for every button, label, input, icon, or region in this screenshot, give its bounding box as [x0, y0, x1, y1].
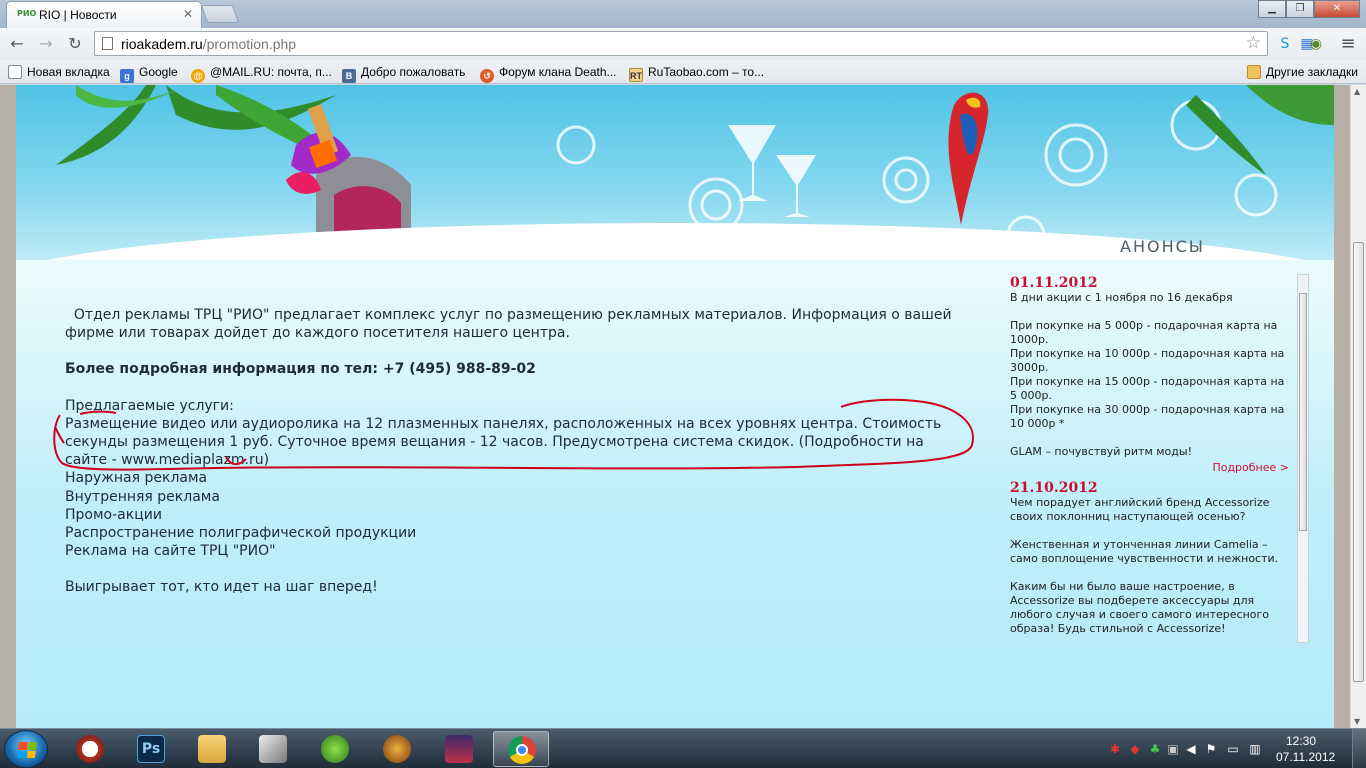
news-date: 01.11.2012	[1010, 275, 1098, 291]
taskbar-clock-app[interactable]	[62, 731, 118, 767]
eye-extension-icon[interactable]: ◉	[1306, 34, 1326, 54]
power-icon[interactable]: ▥	[1248, 742, 1262, 756]
page-icon	[102, 37, 113, 50]
close-window-button[interactable]: ✕	[1314, 0, 1360, 18]
scroll-up-arrow-icon[interactable]: ▲	[1354, 87, 1360, 96]
bookmark-mailru[interactable]: @ @MAIL.RU: почта, п...	[191, 63, 332, 83]
page-viewport: Отдел рекламы ТРЦ "РИО" предлагает компл…	[0, 85, 1350, 728]
new-tab-button[interactable]	[200, 5, 240, 23]
torrent-icon[interactable]: ♣	[1148, 742, 1162, 756]
tab-title: RIO | Новости	[39, 8, 117, 22]
news-text: Чем порадует английский бренд Accessoriz…	[1010, 496, 1279, 635]
tray-app-icon[interactable]: ◆	[1128, 742, 1142, 756]
tab-close-icon[interactable]: ✕	[183, 7, 193, 21]
volume-icon[interactable]: ◀	[1184, 742, 1198, 756]
taskbar-spore[interactable]	[307, 731, 363, 767]
url-text[interactable]: rioakadem.ru/promotion.php	[121, 36, 296, 52]
google-icon: g	[120, 69, 134, 83]
minimize-button[interactable]: ▁	[1258, 0, 1286, 18]
explorer-icon	[198, 735, 226, 763]
news-item: 01.11.2012 В дни акции с 1 ноября по 16 …	[1007, 275, 1313, 474]
reload-icon[interactable]: ↻	[64, 34, 86, 54]
announcements-list: 01.11.2012 В дни акции с 1 ноября по 16 …	[1007, 273, 1313, 643]
clock-time: 12:30	[1285, 734, 1317, 748]
taskbar-explorer[interactable]	[184, 731, 240, 767]
announcements-scrollbar[interactable]	[1297, 274, 1309, 643]
taskbar-scanner[interactable]	[245, 731, 301, 767]
news-date: 21.10.2012	[1010, 480, 1098, 496]
vk-icon: B	[342, 69, 356, 83]
game2-icon	[445, 735, 473, 763]
clock-app-icon	[76, 735, 104, 763]
wrench-menu-icon[interactable]: ≡	[1338, 34, 1358, 54]
news-item: 21.10.2012 Чем порадует английский бренд…	[1007, 480, 1313, 636]
taskbar-photoshop[interactable]: Ps	[123, 731, 179, 767]
taskbar-game[interactable]	[369, 731, 425, 767]
chrome-icon	[508, 736, 536, 764]
bookmark-rutaobao[interactable]: RT RuTaobao.com – то...	[629, 63, 764, 82]
scanner-icon	[259, 735, 287, 763]
other-bookmarks[interactable]: Другие закладки	[1247, 63, 1358, 81]
forward-arrow-icon[interactable]: →	[35, 34, 57, 54]
browser-toolbar: ← → ↻ rioakadem.ru/promotion.php ☆ S ▦ ◉…	[0, 28, 1366, 60]
browser-tab[interactable]: РИО RIO | Новости ✕	[6, 1, 202, 28]
announcements-scroll-thumb[interactable]	[1299, 293, 1307, 531]
page-icon	[8, 65, 22, 79]
show-desktop-button[interactable]	[1352, 729, 1366, 768]
flag-icon[interactable]: ⚑	[1204, 742, 1218, 756]
windows-taskbar: Ps ✱ ◆ ♣ ▣ ◀ ⚑ ▭ ▥ 12:30 07.11.2012	[0, 728, 1366, 768]
forum-icon: ↺	[480, 69, 494, 83]
bookmark-vk[interactable]: B Добро пожаловать	[342, 63, 465, 83]
start-button[interactable]	[4, 730, 48, 768]
network-icon[interactable]: ▭	[1226, 742, 1240, 756]
clock-date: 07.11.2012	[1276, 750, 1336, 764]
mailru-icon: @	[191, 69, 205, 83]
spore-icon	[321, 735, 349, 763]
shield-icon[interactable]: ▣	[1166, 742, 1180, 756]
news-text: В дни акции с 1 ноября по 16 декабря При…	[1010, 291, 1285, 458]
taskbar-chrome[interactable]	[493, 731, 549, 767]
taskbar-clock[interactable]: 12:30 07.11.2012	[1276, 733, 1336, 765]
page-scrollbar[interactable]: ▲ ▼	[1350, 85, 1366, 728]
rio-favicon-icon: РИО	[17, 9, 37, 18]
rt-icon: RT	[629, 68, 643, 82]
scroll-down-arrow-icon[interactable]: ▼	[1354, 717, 1360, 726]
page-scroll-thumb[interactable]	[1353, 242, 1364, 682]
announcements-title: АНОНСЫ	[1120, 237, 1205, 256]
bookmark-new-tab[interactable]: Новая вкладка	[8, 63, 110, 81]
taskbar-game2[interactable]	[431, 731, 487, 767]
bookmark-star-icon[interactable]: ☆	[1246, 33, 1261, 53]
bookmarks-bar: Новая вкладка g Google @ @MAIL.RU: почта, …	[0, 60, 1366, 84]
skype-extension-icon[interactable]: S	[1275, 34, 1295, 54]
news-more-link[interactable]: Подробнее >	[1007, 461, 1289, 474]
game-icon	[383, 735, 411, 763]
window-controls: ▁ ❐ ✕	[1258, 0, 1360, 18]
photoshop-icon: Ps	[137, 735, 165, 763]
bookmark-forum[interactable]: ↺ Форум клана Death...	[480, 63, 617, 83]
browser-titlebar: РИО RIO | Новости ✕ ▁ ❐ ✕	[0, 0, 1366, 28]
back-arrow-icon[interactable]: ←	[6, 34, 28, 54]
folder-icon	[1247, 65, 1261, 79]
site-container: Отдел рекламы ТРЦ "РИО" предлагает компл…	[16, 85, 1334, 728]
bookmark-google[interactable]: g Google	[120, 63, 178, 83]
windows-logo-icon	[16, 742, 38, 758]
address-bar[interactable]: rioakadem.ru/promotion.php ☆	[94, 31, 1268, 56]
antivirus-icon[interactable]: ✱	[1108, 742, 1122, 756]
maximize-button[interactable]: ❐	[1286, 0, 1314, 18]
